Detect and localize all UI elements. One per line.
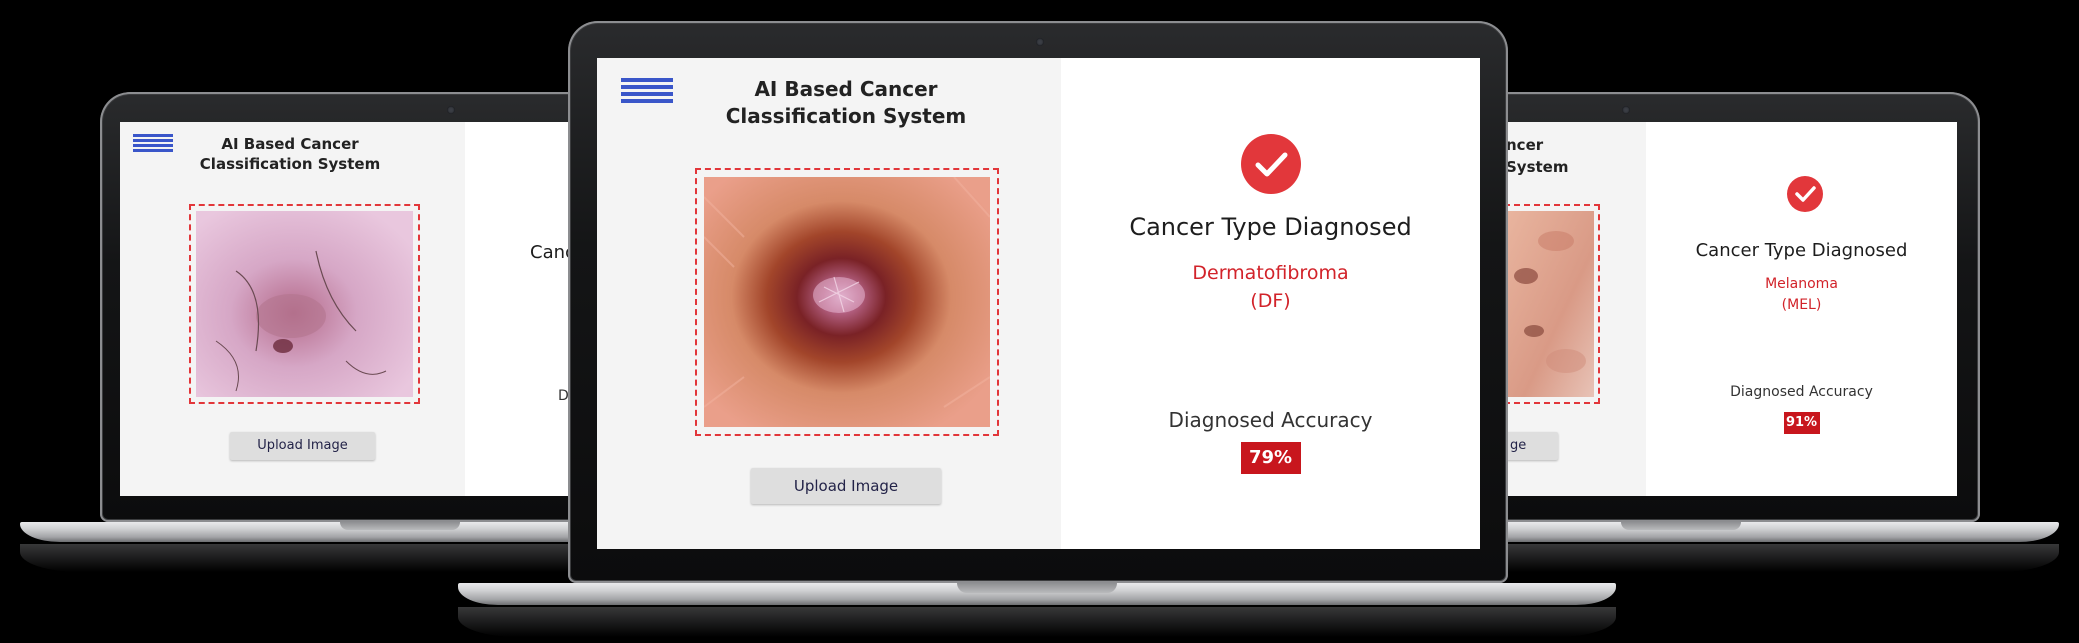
center-check-circle-icon (1241, 134, 1301, 194)
center-result-heading: Cancer Type Diagnosed (1129, 213, 1412, 241)
center-accuracy-badge: 79% (1240, 442, 1301, 474)
center-accuracy-label: Diagnosed Accuracy (1168, 408, 1373, 432)
center-lesion-image (704, 177, 990, 427)
center-upload-image-button[interactable]: Upload Image (751, 468, 941, 504)
center-laptop: AI Based Cancer Classification System Up… (0, 0, 2079, 643)
center-laptop-reflection (458, 607, 1616, 637)
center-diagnosis-name: Dermatofibroma (1192, 262, 1349, 284)
center-laptop-camera (1036, 38, 1044, 46)
center-upload-panel: AI Based Cancer Classification System Up… (597, 58, 1061, 549)
center-app-screen: AI Based Cancer Classification System Up… (597, 58, 1480, 549)
center-app-title: AI Based Cancer Classification System (725, 77, 967, 128)
center-logo (621, 78, 673, 112)
center-diagnosis-code: (DF) (1250, 290, 1291, 312)
center-laptop-base (458, 583, 1616, 605)
center-result-panel: Cancer Type Diagnosed Dermatofibroma (DF… (1061, 58, 1480, 549)
